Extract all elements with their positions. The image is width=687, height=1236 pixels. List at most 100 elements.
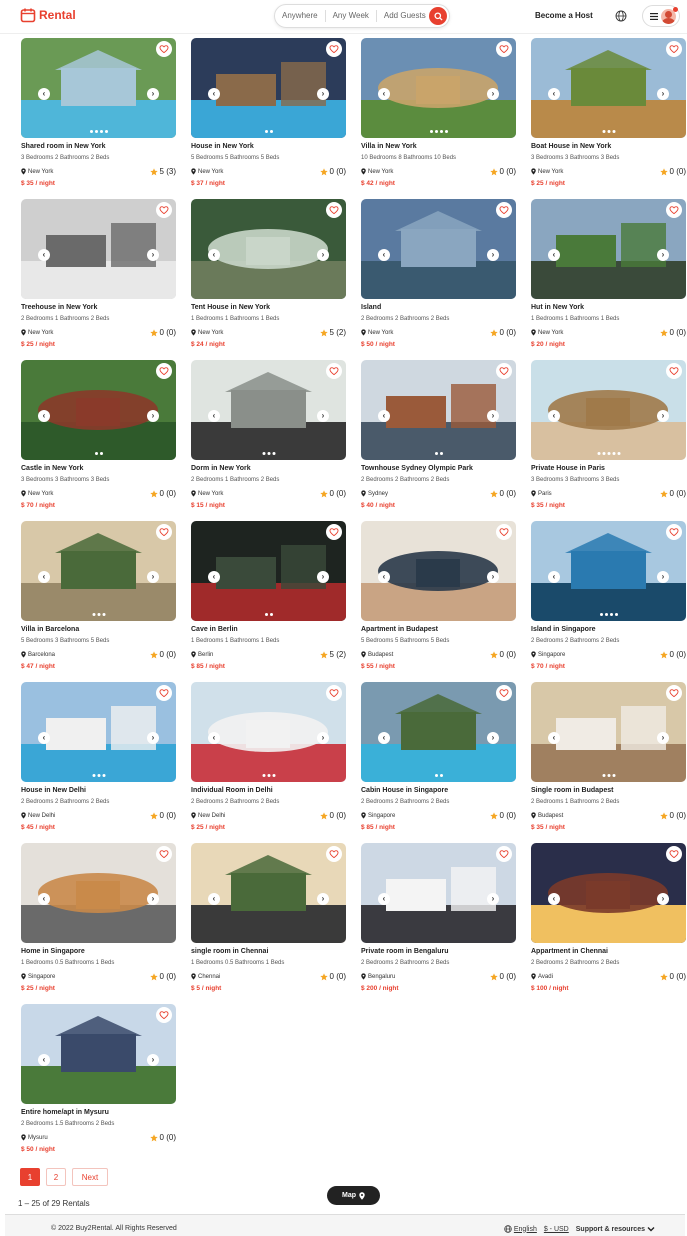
listing-card[interactable]: ‹ › Shared room in New York 3 Bedrooms 2… bbox=[21, 38, 176, 199]
photo-prev-button[interactable]: ‹ bbox=[208, 410, 220, 422]
photo-prev-button[interactable]: ‹ bbox=[208, 732, 220, 744]
photo-prev-button[interactable]: ‹ bbox=[38, 571, 50, 583]
favorite-heart-button[interactable] bbox=[496, 202, 512, 218]
listing-photo[interactable]: ‹ › bbox=[531, 199, 686, 299]
photo-next-button[interactable]: › bbox=[317, 893, 329, 905]
photo-next-button[interactable]: › bbox=[657, 410, 669, 422]
photo-next-button[interactable]: › bbox=[147, 732, 159, 744]
photo-next-button[interactable]: › bbox=[487, 732, 499, 744]
photo-next-button[interactable]: › bbox=[147, 1054, 159, 1066]
listing-photo[interactable]: ‹ › bbox=[191, 38, 346, 138]
listing-card[interactable]: ‹ › House in New Delhi 2 Bedrooms 2 Bath… bbox=[21, 682, 176, 843]
listing-card[interactable]: ‹ › Villa in New York 10 Bedrooms 8 Bath… bbox=[361, 38, 516, 199]
photo-prev-button[interactable]: ‹ bbox=[38, 410, 50, 422]
listing-card[interactable]: ‹ › Tent House in New York 1 Bedrooms 1 … bbox=[191, 199, 346, 360]
listing-card[interactable]: ‹ › Treehouse in New York 2 Bedrooms 1 B… bbox=[21, 199, 176, 360]
photo-prev-button[interactable]: ‹ bbox=[208, 893, 220, 905]
photo-prev-button[interactable]: ‹ bbox=[548, 410, 560, 422]
listing-photo[interactable]: ‹ › bbox=[361, 521, 516, 621]
listing-photo[interactable]: ‹ › bbox=[531, 682, 686, 782]
listing-photo[interactable]: ‹ › bbox=[361, 682, 516, 782]
favorite-heart-button[interactable] bbox=[496, 41, 512, 57]
listing-card[interactable]: ‹ › Entire home/apt in Mysuru 2 Bedrooms… bbox=[21, 1004, 176, 1165]
photo-next-button[interactable]: › bbox=[147, 249, 159, 261]
globe-icon[interactable] bbox=[615, 10, 627, 22]
photo-prev-button[interactable]: ‹ bbox=[38, 893, 50, 905]
listing-photo[interactable]: ‹ › bbox=[361, 360, 516, 460]
favorite-heart-button[interactable] bbox=[156, 524, 172, 540]
photo-next-button[interactable]: › bbox=[487, 249, 499, 261]
favorite-heart-button[interactable] bbox=[156, 41, 172, 57]
photo-next-button[interactable]: › bbox=[147, 893, 159, 905]
listing-card[interactable]: ‹ › Cave in Berlin 1 Bedrooms 1 Bathroom… bbox=[191, 521, 346, 682]
listing-card[interactable]: ‹ › Castle in New York 3 Bedrooms 3 Bath… bbox=[21, 360, 176, 521]
search-any-week[interactable]: Any Week bbox=[326, 10, 377, 22]
listing-photo[interactable]: ‹ › bbox=[361, 38, 516, 138]
listing-photo[interactable]: ‹ › bbox=[531, 843, 686, 943]
listing-card[interactable]: ‹ › Single room in Budapest 2 Bedrooms 1… bbox=[531, 682, 686, 843]
listing-photo[interactable]: ‹ › bbox=[191, 521, 346, 621]
favorite-heart-button[interactable] bbox=[156, 1007, 172, 1023]
photo-prev-button[interactable]: ‹ bbox=[548, 88, 560, 100]
favorite-heart-button[interactable] bbox=[666, 202, 682, 218]
photo-next-button[interactable]: › bbox=[657, 732, 669, 744]
listing-card[interactable]: ‹ › Cabin House in Singapore 2 Bedrooms … bbox=[361, 682, 516, 843]
favorite-heart-button[interactable] bbox=[326, 41, 342, 57]
listing-card[interactable]: ‹ › Private House in Paris 3 Bedrooms 3 … bbox=[531, 360, 686, 521]
photo-prev-button[interactable]: ‹ bbox=[378, 893, 390, 905]
photo-next-button[interactable]: › bbox=[657, 88, 669, 100]
listing-photo[interactable]: ‹ › bbox=[21, 682, 176, 782]
favorite-heart-button[interactable] bbox=[326, 524, 342, 540]
listing-photo[interactable]: ‹ › bbox=[191, 843, 346, 943]
listing-card[interactable]: ‹ › Apartment in Budapest 5 Bedrooms 5 B… bbox=[361, 521, 516, 682]
listing-photo[interactable]: ‹ › bbox=[21, 360, 176, 460]
photo-next-button[interactable]: › bbox=[657, 249, 669, 261]
photo-prev-button[interactable]: ‹ bbox=[208, 571, 220, 583]
listing-card[interactable]: ‹ › Private room in Bengaluru 2 Bedrooms… bbox=[361, 843, 516, 1004]
favorite-heart-button[interactable] bbox=[666, 685, 682, 701]
listing-card[interactable]: ‹ › single room in Chennai 1 Bedrooms 0.… bbox=[191, 843, 346, 1004]
favorite-heart-button[interactable] bbox=[326, 685, 342, 701]
favorite-heart-button[interactable] bbox=[666, 363, 682, 379]
listing-card[interactable]: ‹ › Island in Singapore 2 Bedrooms 2 Bat… bbox=[531, 521, 686, 682]
favorite-heart-button[interactable] bbox=[666, 41, 682, 57]
favorite-heart-button[interactable] bbox=[496, 685, 512, 701]
listing-photo[interactable]: ‹ › bbox=[531, 521, 686, 621]
photo-prev-button[interactable]: ‹ bbox=[38, 732, 50, 744]
search-bar[interactable]: Anywhere Any Week Add Guests bbox=[274, 4, 450, 28]
photo-next-button[interactable]: › bbox=[147, 410, 159, 422]
favorite-heart-button[interactable] bbox=[156, 202, 172, 218]
photo-prev-button[interactable]: ‹ bbox=[378, 410, 390, 422]
listing-photo[interactable]: ‹ › bbox=[191, 360, 346, 460]
photo-prev-button[interactable]: ‹ bbox=[208, 249, 220, 261]
photo-next-button[interactable]: › bbox=[487, 88, 499, 100]
favorite-heart-button[interactable] bbox=[326, 202, 342, 218]
show-map-button[interactable]: Map bbox=[327, 1186, 380, 1205]
photo-prev-button[interactable]: ‹ bbox=[208, 88, 220, 100]
photo-prev-button[interactable]: ‹ bbox=[38, 1054, 50, 1066]
listing-card[interactable]: ‹ › Dorm in New York 2 Bedrooms 1 Bathro… bbox=[191, 360, 346, 521]
listing-photo[interactable]: ‹ › bbox=[21, 199, 176, 299]
favorite-heart-button[interactable] bbox=[496, 363, 512, 379]
favorite-heart-button[interactable] bbox=[326, 846, 342, 862]
become-host-link[interactable]: Become a Host bbox=[535, 11, 593, 20]
language-selector[interactable]: English bbox=[504, 1225, 537, 1233]
listing-photo[interactable]: ‹ › bbox=[21, 521, 176, 621]
listing-photo[interactable]: ‹ › bbox=[531, 38, 686, 138]
search-add-guests[interactable]: Add Guests bbox=[377, 10, 433, 22]
logo[interactable]: Rental bbox=[20, 7, 76, 23]
favorite-heart-button[interactable] bbox=[666, 524, 682, 540]
listing-card[interactable]: ‹ › Individual Room in Delhi 2 Bedrooms … bbox=[191, 682, 346, 843]
listing-card[interactable]: ‹ › House in New York 5 Bedrooms 5 Bathr… bbox=[191, 38, 346, 199]
favorite-heart-button[interactable] bbox=[156, 363, 172, 379]
photo-prev-button[interactable]: ‹ bbox=[548, 893, 560, 905]
photo-next-button[interactable]: › bbox=[657, 893, 669, 905]
favorite-heart-button[interactable] bbox=[326, 363, 342, 379]
listing-card[interactable]: ‹ › Villa in Barcelona 5 Bedrooms 3 Bath… bbox=[21, 521, 176, 682]
search-anywhere[interactable]: Anywhere bbox=[275, 10, 326, 22]
search-button[interactable] bbox=[429, 7, 447, 25]
photo-next-button[interactable]: › bbox=[147, 88, 159, 100]
listing-card[interactable]: ‹ › Townhouse Sydney Olympic Park 2 Bedr… bbox=[361, 360, 516, 521]
photo-prev-button[interactable]: ‹ bbox=[38, 88, 50, 100]
listing-photo[interactable]: ‹ › bbox=[191, 199, 346, 299]
